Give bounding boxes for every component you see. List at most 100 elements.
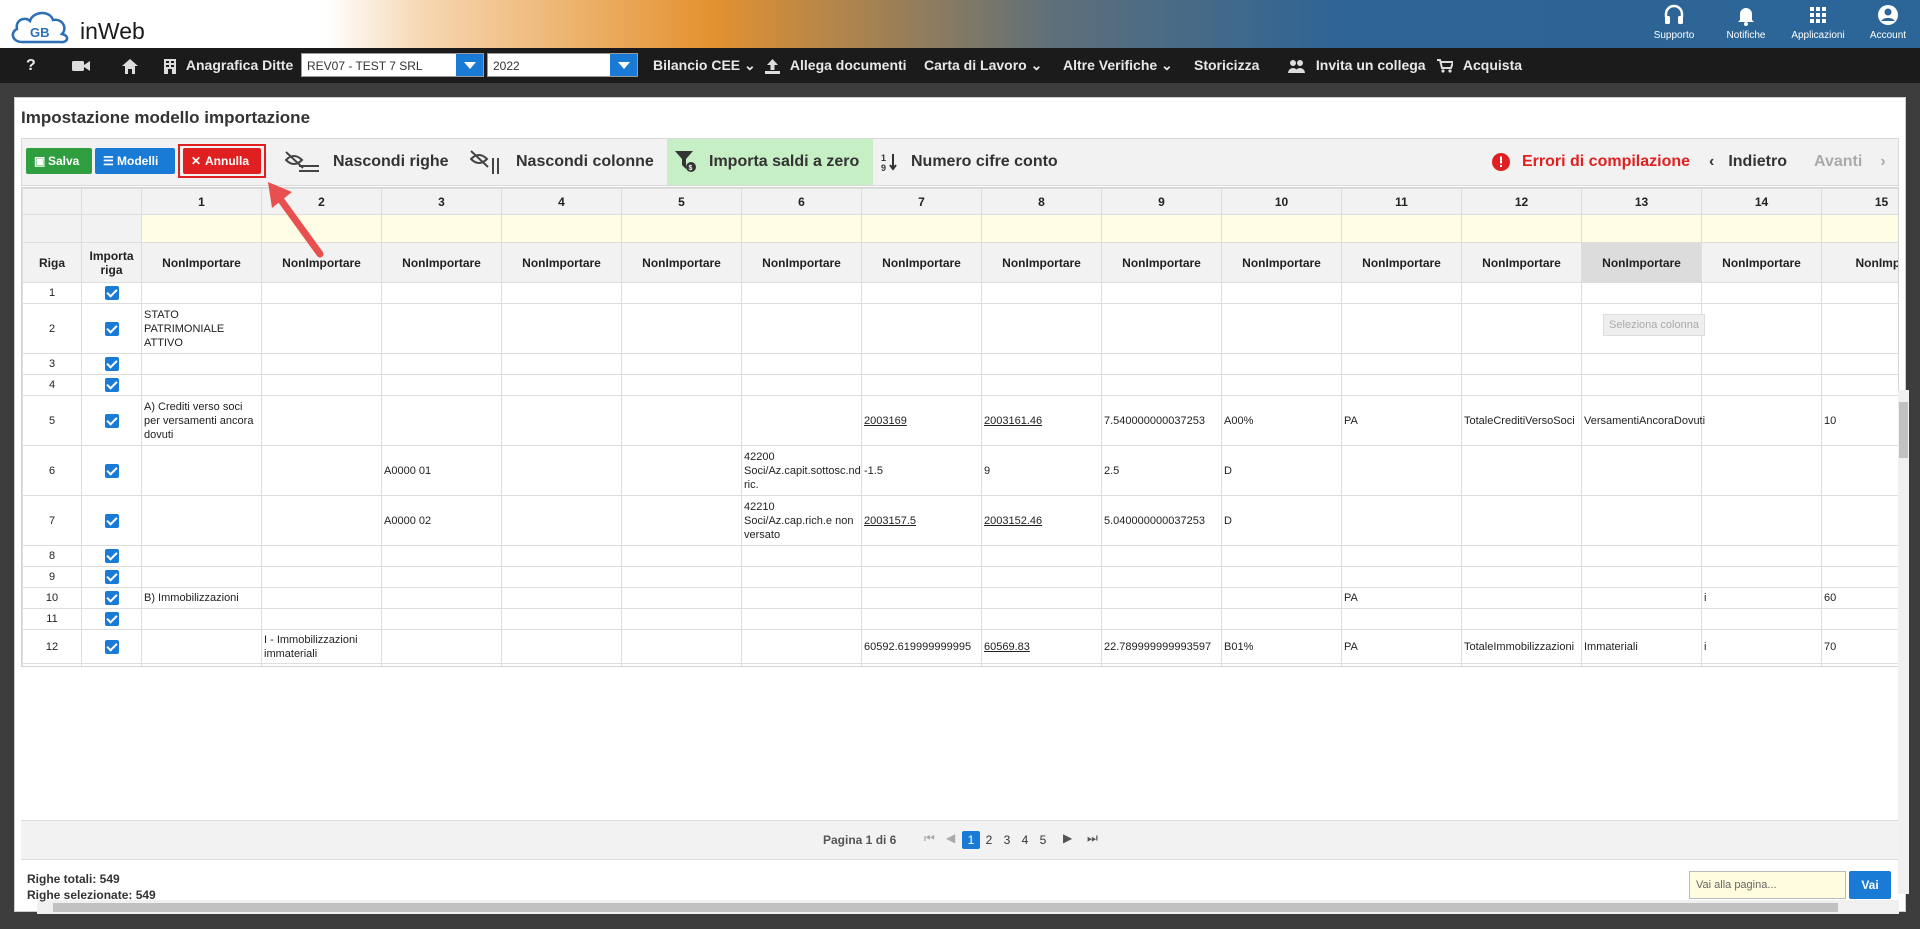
table-cell[interactable] [621, 374, 742, 396]
table-cell[interactable] [141, 353, 262, 375]
table-cell[interactable] [1701, 374, 1822, 396]
table-cell[interactable] [1581, 587, 1702, 609]
table-cell[interactable] [981, 353, 1102, 375]
table-cell[interactable]: D [1221, 663, 1342, 666]
table-cell[interactable] [861, 587, 982, 609]
column-number[interactable]: 10 [1221, 188, 1342, 215]
table-cell[interactable] [621, 545, 742, 567]
table-cell[interactable]: PA [1341, 395, 1462, 446]
table-cell[interactable] [501, 495, 622, 546]
column-type-selector[interactable]: NonImportare [1461, 242, 1582, 283]
table-cell[interactable] [861, 353, 982, 375]
table-cell[interactable] [1341, 663, 1462, 666]
table-cell[interactable] [621, 587, 742, 609]
table-cell[interactable] [1701, 545, 1822, 567]
table-cell[interactable] [981, 374, 1102, 396]
table-cell[interactable] [1101, 608, 1222, 630]
salva-button[interactable]: ▣ Salva [26, 148, 92, 174]
column-type-selector[interactable]: NonImportare [741, 242, 862, 283]
table-cell[interactable]: 101.5 [861, 663, 982, 666]
table-cell[interactable]: 20000 Costi di costituz.e impianto [741, 663, 862, 666]
importa-riga-checkbox[interactable] [104, 321, 119, 336]
table-cell[interactable] [741, 545, 862, 567]
table-cell[interactable]: A00% [1221, 395, 1342, 446]
table-cell[interactable] [1101, 282, 1222, 304]
table-cell[interactable] [741, 395, 862, 446]
table-cell[interactable] [621, 608, 742, 630]
table-cell[interactable] [141, 282, 262, 304]
table-cell[interactable] [621, 566, 742, 588]
table-cell[interactable] [741, 629, 862, 664]
column-filter-cell[interactable] [1341, 214, 1462, 243]
table-cell[interactable] [381, 282, 502, 304]
table-cell[interactable] [1341, 353, 1462, 375]
column-filter-cell[interactable] [1101, 214, 1222, 243]
table-cell[interactable]: 7.540000000037253 [1101, 395, 1222, 446]
company-select[interactable]: REV07 - TEST 7 SRL [301, 53, 484, 77]
table-cell[interactable] [741, 303, 862, 354]
table-cell[interactable] [1821, 495, 1898, 546]
table-cell[interactable]: TotaleImmobilizzazioni [1461, 629, 1582, 664]
table-cell[interactable]: A) Crediti verso soci per versamenti anc… [141, 395, 262, 446]
table-cell[interactable] [1461, 353, 1582, 375]
column-type-selector[interactable]: NonImpo [1821, 242, 1898, 283]
table-cell[interactable] [1461, 282, 1582, 304]
column-number[interactable]: 4 [501, 188, 622, 215]
table-cell[interactable] [501, 353, 622, 375]
table-cell[interactable] [1821, 608, 1898, 630]
table-cell[interactable]: 60569.83 [981, 629, 1102, 664]
table-cell[interactable]: 2003161.46 [981, 395, 1102, 446]
table-cell[interactable] [741, 353, 862, 375]
table-cell[interactable] [1821, 374, 1898, 396]
table-cell[interactable] [1821, 353, 1898, 375]
column-filter-cell[interactable] [1701, 214, 1822, 243]
chevron-down-icon[interactable] [610, 54, 637, 76]
table-cell[interactable] [1221, 545, 1342, 567]
importa-riga-checkbox[interactable] [104, 570, 119, 585]
importa-riga-checkbox[interactable] [104, 286, 119, 301]
table-cell[interactable]: 1.5 [1101, 663, 1222, 666]
last-page-icon[interactable]: ⏭ [1087, 831, 1098, 846]
table-cell[interactable] [261, 587, 382, 609]
table-cell[interactable]: 2.5 [1101, 445, 1222, 496]
column-type-selector[interactable]: NonImportare [1341, 242, 1462, 283]
table-cell[interactable] [981, 282, 1102, 304]
table-cell[interactable]: 42210 Soci/Az.cap.rich.e non versato [741, 495, 862, 546]
importa-riga-checkbox[interactable] [104, 357, 119, 372]
table-cell[interactable] [1341, 608, 1462, 630]
table-cell[interactable]: I - Immobilizzazioni immateriali [261, 629, 382, 664]
table-cell[interactable] [1821, 566, 1898, 588]
column-number[interactable]: 11 [1341, 188, 1462, 215]
column-number[interactable]: 7 [861, 188, 982, 215]
horizontal-scrollbar-thumb[interactable] [53, 903, 1838, 912]
table-cell[interactable]: STATO PATRIMONIALE ATTIVO [141, 303, 262, 354]
table-cell[interactable] [141, 374, 262, 396]
nascondi-righe-button[interactable]: Nascondi righe [284, 139, 449, 185]
prev-page-icon[interactable]: ◀ [946, 831, 955, 845]
table-cell[interactable] [861, 374, 982, 396]
column-number[interactable]: 9 [1101, 188, 1222, 215]
column-type-selector[interactable]: NonImportare [981, 242, 1102, 283]
table-cell[interactable] [1701, 608, 1822, 630]
table-cell[interactable]: B0101 01 [381, 663, 502, 666]
column-number[interactable]: 3 [381, 188, 502, 215]
table-cell[interactable] [501, 587, 622, 609]
table-cell[interactable] [1581, 282, 1702, 304]
table-cell[interactable] [1461, 587, 1582, 609]
page-5-button[interactable]: 5 [1034, 831, 1052, 849]
table-cell[interactable]: B01% [1221, 629, 1342, 664]
vertical-scrollbar-thumb[interactable] [1899, 402, 1908, 458]
column-type-selector[interactable]: NonImportare [861, 242, 982, 283]
table-cell[interactable] [861, 608, 982, 630]
column-number[interactable]: 6 [741, 188, 862, 215]
table-cell[interactable] [1581, 608, 1702, 630]
column-type-selector[interactable]: NonImportare [621, 242, 742, 283]
table-cell[interactable] [1461, 303, 1582, 354]
inweb-logo[interactable]: GB inWeb [6, 4, 146, 46]
table-cell[interactable] [381, 545, 502, 567]
column-filter-cell[interactable] [501, 214, 622, 243]
table-cell[interactable] [741, 566, 862, 588]
table-cell[interactable] [1581, 353, 1702, 375]
table-cell[interactable] [1701, 495, 1822, 546]
table-cell[interactable] [741, 374, 862, 396]
